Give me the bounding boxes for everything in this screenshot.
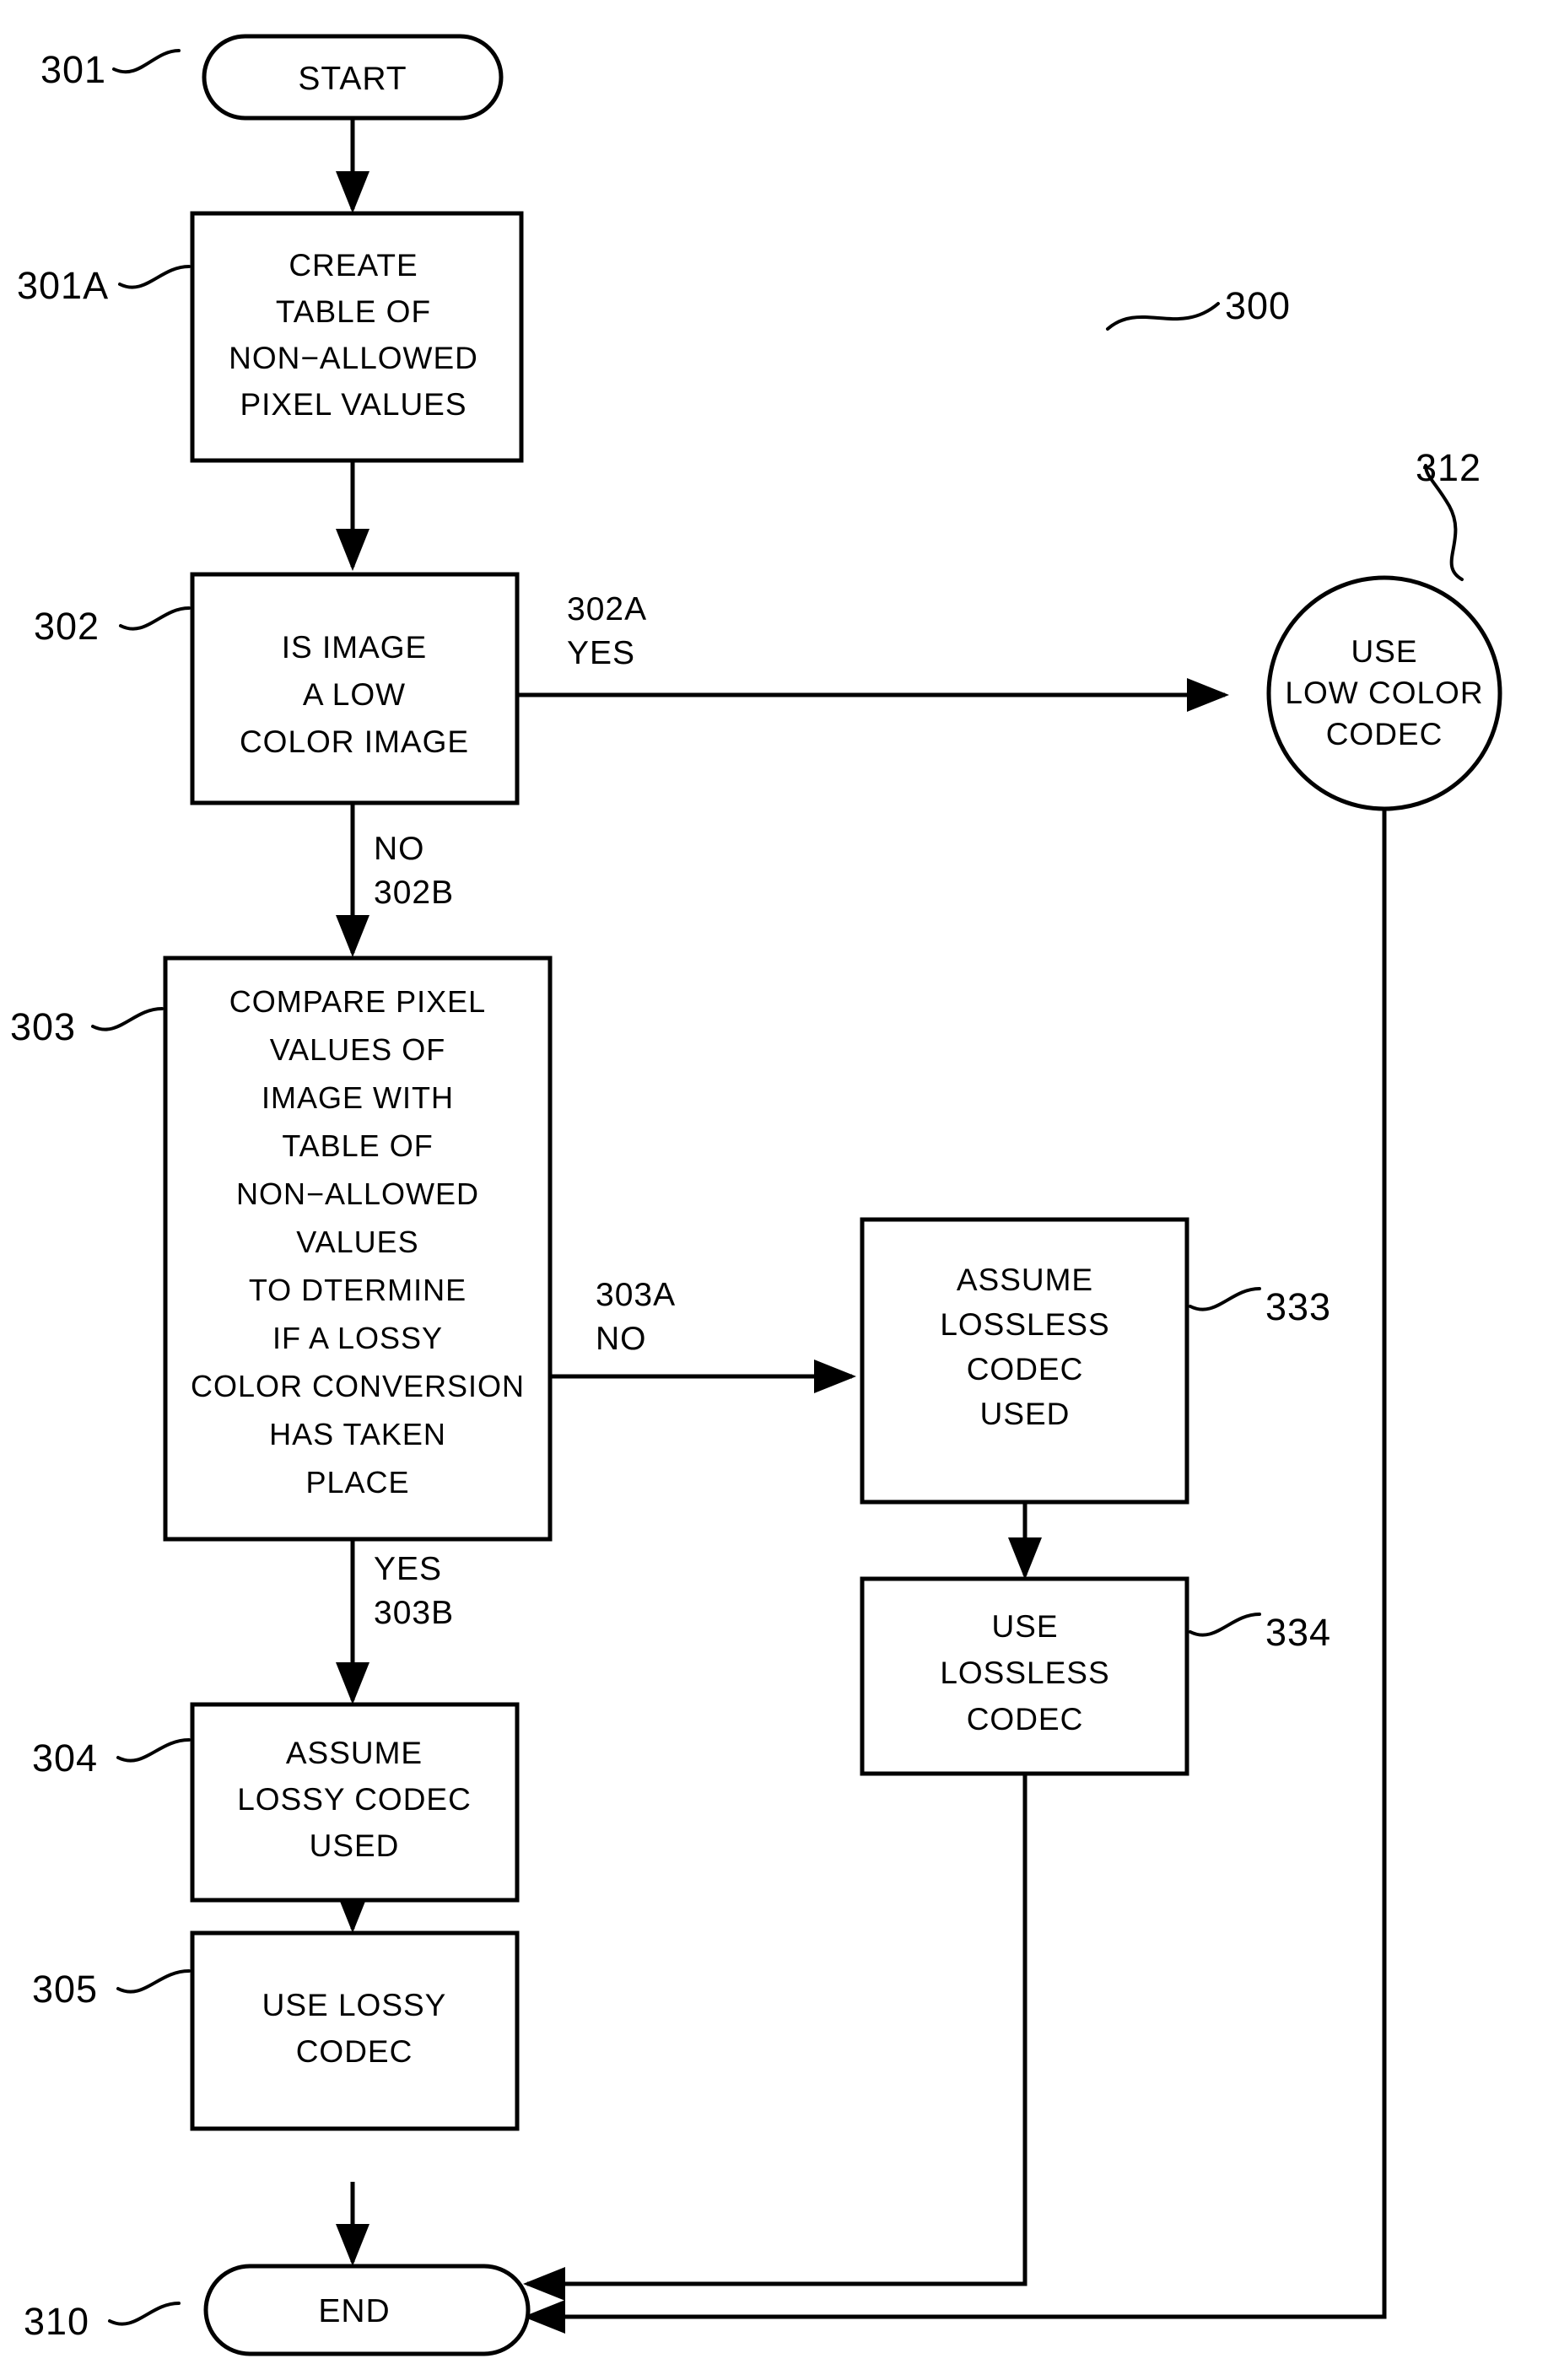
node-assume-lossless[interactable]: ASSUME LOSSLESS CODEC USED bbox=[860, 1217, 1189, 1505]
leader-334 bbox=[1189, 1613, 1261, 1637]
ref-303: 303 bbox=[10, 1005, 76, 1048]
node-use-lossless-line-2: LOSSLESS bbox=[940, 1656, 1109, 1690]
node-decision-low-color-line-1: IS IMAGE bbox=[282, 630, 427, 665]
edge-low-color-codec-to-end bbox=[523, 807, 1387, 2334]
ref-figure-300: 300 bbox=[1225, 284, 1291, 327]
node-compare-line-10: HAS TAKEN bbox=[269, 1417, 446, 1451]
leader-304 bbox=[116, 1738, 191, 1763]
node-low-color-codec[interactable]: USE LOW COLOR CODEC bbox=[1266, 575, 1502, 811]
node-use-lossy-line-2: CODEC bbox=[296, 2034, 413, 2069]
node-create-table-line-4: PIXEL VALUES bbox=[240, 387, 467, 422]
node-compare-line-3: IMAGE WITH bbox=[262, 1080, 454, 1115]
edge-use-lossless-to-end bbox=[523, 1774, 1028, 2301]
node-decision-low-color-line-2: A LOW bbox=[303, 677, 406, 712]
node-compare-pixel-values[interactable]: COMPARE PIXEL VALUES OF IMAGE WITH TABLE… bbox=[163, 956, 553, 1542]
ref-304: 304 bbox=[32, 1737, 98, 1780]
node-use-lossless-line-3: CODEC bbox=[967, 1702, 1084, 1737]
node-end-label: END bbox=[318, 2293, 390, 2329]
ref-302: 302 bbox=[34, 605, 100, 648]
edge-label-303b-ref: 303B bbox=[374, 1595, 454, 1631]
node-compare-line-8: IF A LOSSY bbox=[272, 1321, 443, 1355]
ref-301: 301 bbox=[40, 48, 106, 91]
leader-300 bbox=[1106, 302, 1220, 331]
node-low-color-codec-line-2: LOW COLOR bbox=[1285, 676, 1483, 710]
node-compare-line-1: COMPARE PIXEL bbox=[229, 984, 486, 1019]
leader-301 bbox=[112, 49, 181, 74]
node-assume-lossy[interactable]: ASSUME LOSSY CODEC USED bbox=[190, 1702, 520, 1903]
ref-305: 305 bbox=[32, 1968, 98, 2011]
edge-label-303a-ref: 303A bbox=[596, 1277, 676, 1313]
node-compare-line-11: PLACE bbox=[305, 1465, 409, 1500]
edge-label-303a-answer: NO bbox=[596, 1321, 647, 1357]
ref-334: 334 bbox=[1265, 1611, 1331, 1654]
node-assume-lossy-line-2: LOSSY CODEC bbox=[237, 1782, 472, 1817]
edge-label-303b-answer: YES bbox=[374, 1551, 442, 1587]
node-assume-lossless-line-3: CODEC bbox=[967, 1352, 1084, 1387]
node-decision-low-color-line-3: COLOR IMAGE bbox=[240, 724, 469, 759]
ref-301a: 301A bbox=[17, 264, 109, 307]
leader-302 bbox=[119, 606, 191, 631]
node-use-lossy-line-1: USE LOSSY bbox=[262, 1988, 447, 2022]
edge-label-302a-answer: YES bbox=[567, 635, 635, 671]
node-compare-line-9: COLOR CONVERSION bbox=[191, 1369, 525, 1403]
ref-312: 312 bbox=[1416, 446, 1481, 489]
node-compare-line-4: TABLE OF bbox=[282, 1128, 433, 1163]
node-assume-lossless-line-1: ASSUME bbox=[957, 1263, 1093, 1297]
node-assume-lossy-line-3: USED bbox=[310, 1828, 400, 1863]
node-low-color-codec-line-1: USE bbox=[1351, 634, 1417, 669]
node-assume-lossless-line-2: LOSSLESS bbox=[940, 1307, 1109, 1342]
node-end[interactable]: END bbox=[203, 2264, 531, 2356]
leader-310 bbox=[108, 2302, 181, 2326]
leader-333 bbox=[1189, 1287, 1261, 1311]
node-low-color-codec-line-3: CODEC bbox=[1326, 717, 1443, 751]
node-create-table-line-3: NON−ALLOWED bbox=[229, 341, 478, 375]
flowchart-canvas: START CREATE TABLE OF NON−ALLOWED PIXEL … bbox=[10, 34, 1502, 2356]
node-use-lossless-line-1: USE bbox=[991, 1609, 1058, 1644]
node-compare-line-5: NON−ALLOWED bbox=[236, 1177, 479, 1211]
node-create-table-line-2: TABLE OF bbox=[276, 294, 431, 329]
leader-303 bbox=[91, 1007, 164, 1031]
node-assume-lossy-line-1: ASSUME bbox=[286, 1736, 423, 1770]
edge-label-302a-ref: 302A bbox=[567, 591, 647, 627]
node-create-table[interactable]: CREATE TABLE OF NON−ALLOWED PIXEL VALUES bbox=[190, 211, 524, 463]
ref-310: 310 bbox=[24, 2300, 89, 2343]
node-decision-low-color[interactable]: IS IMAGE A LOW COLOR IMAGE bbox=[190, 572, 520, 805]
leader-301a bbox=[118, 265, 191, 289]
node-create-table-line-1: CREATE bbox=[289, 248, 418, 283]
leader-305 bbox=[116, 1969, 191, 1994]
node-start-label: START bbox=[298, 61, 407, 97]
node-compare-line-7: TO DTERMINE bbox=[249, 1273, 467, 1307]
node-start[interactable]: START bbox=[202, 34, 504, 121]
node-assume-lossless-line-4: USED bbox=[980, 1397, 1071, 1431]
edge-label-302b-answer: NO bbox=[374, 831, 425, 867]
flowchart-figure: START CREATE TABLE OF NON−ALLOWED PIXEL … bbox=[0, 0, 1548, 2380]
ref-333: 333 bbox=[1265, 1285, 1331, 1328]
node-use-lossless[interactable]: USE LOSSLESS CODEC bbox=[860, 1576, 1189, 1776]
node-compare-line-6: VALUES bbox=[296, 1225, 418, 1259]
edge-label-302b-ref: 302B bbox=[374, 875, 454, 911]
node-use-lossy[interactable]: USE LOSSY CODEC bbox=[190, 1930, 520, 2131]
node-compare-line-2: VALUES OF bbox=[270, 1032, 445, 1067]
